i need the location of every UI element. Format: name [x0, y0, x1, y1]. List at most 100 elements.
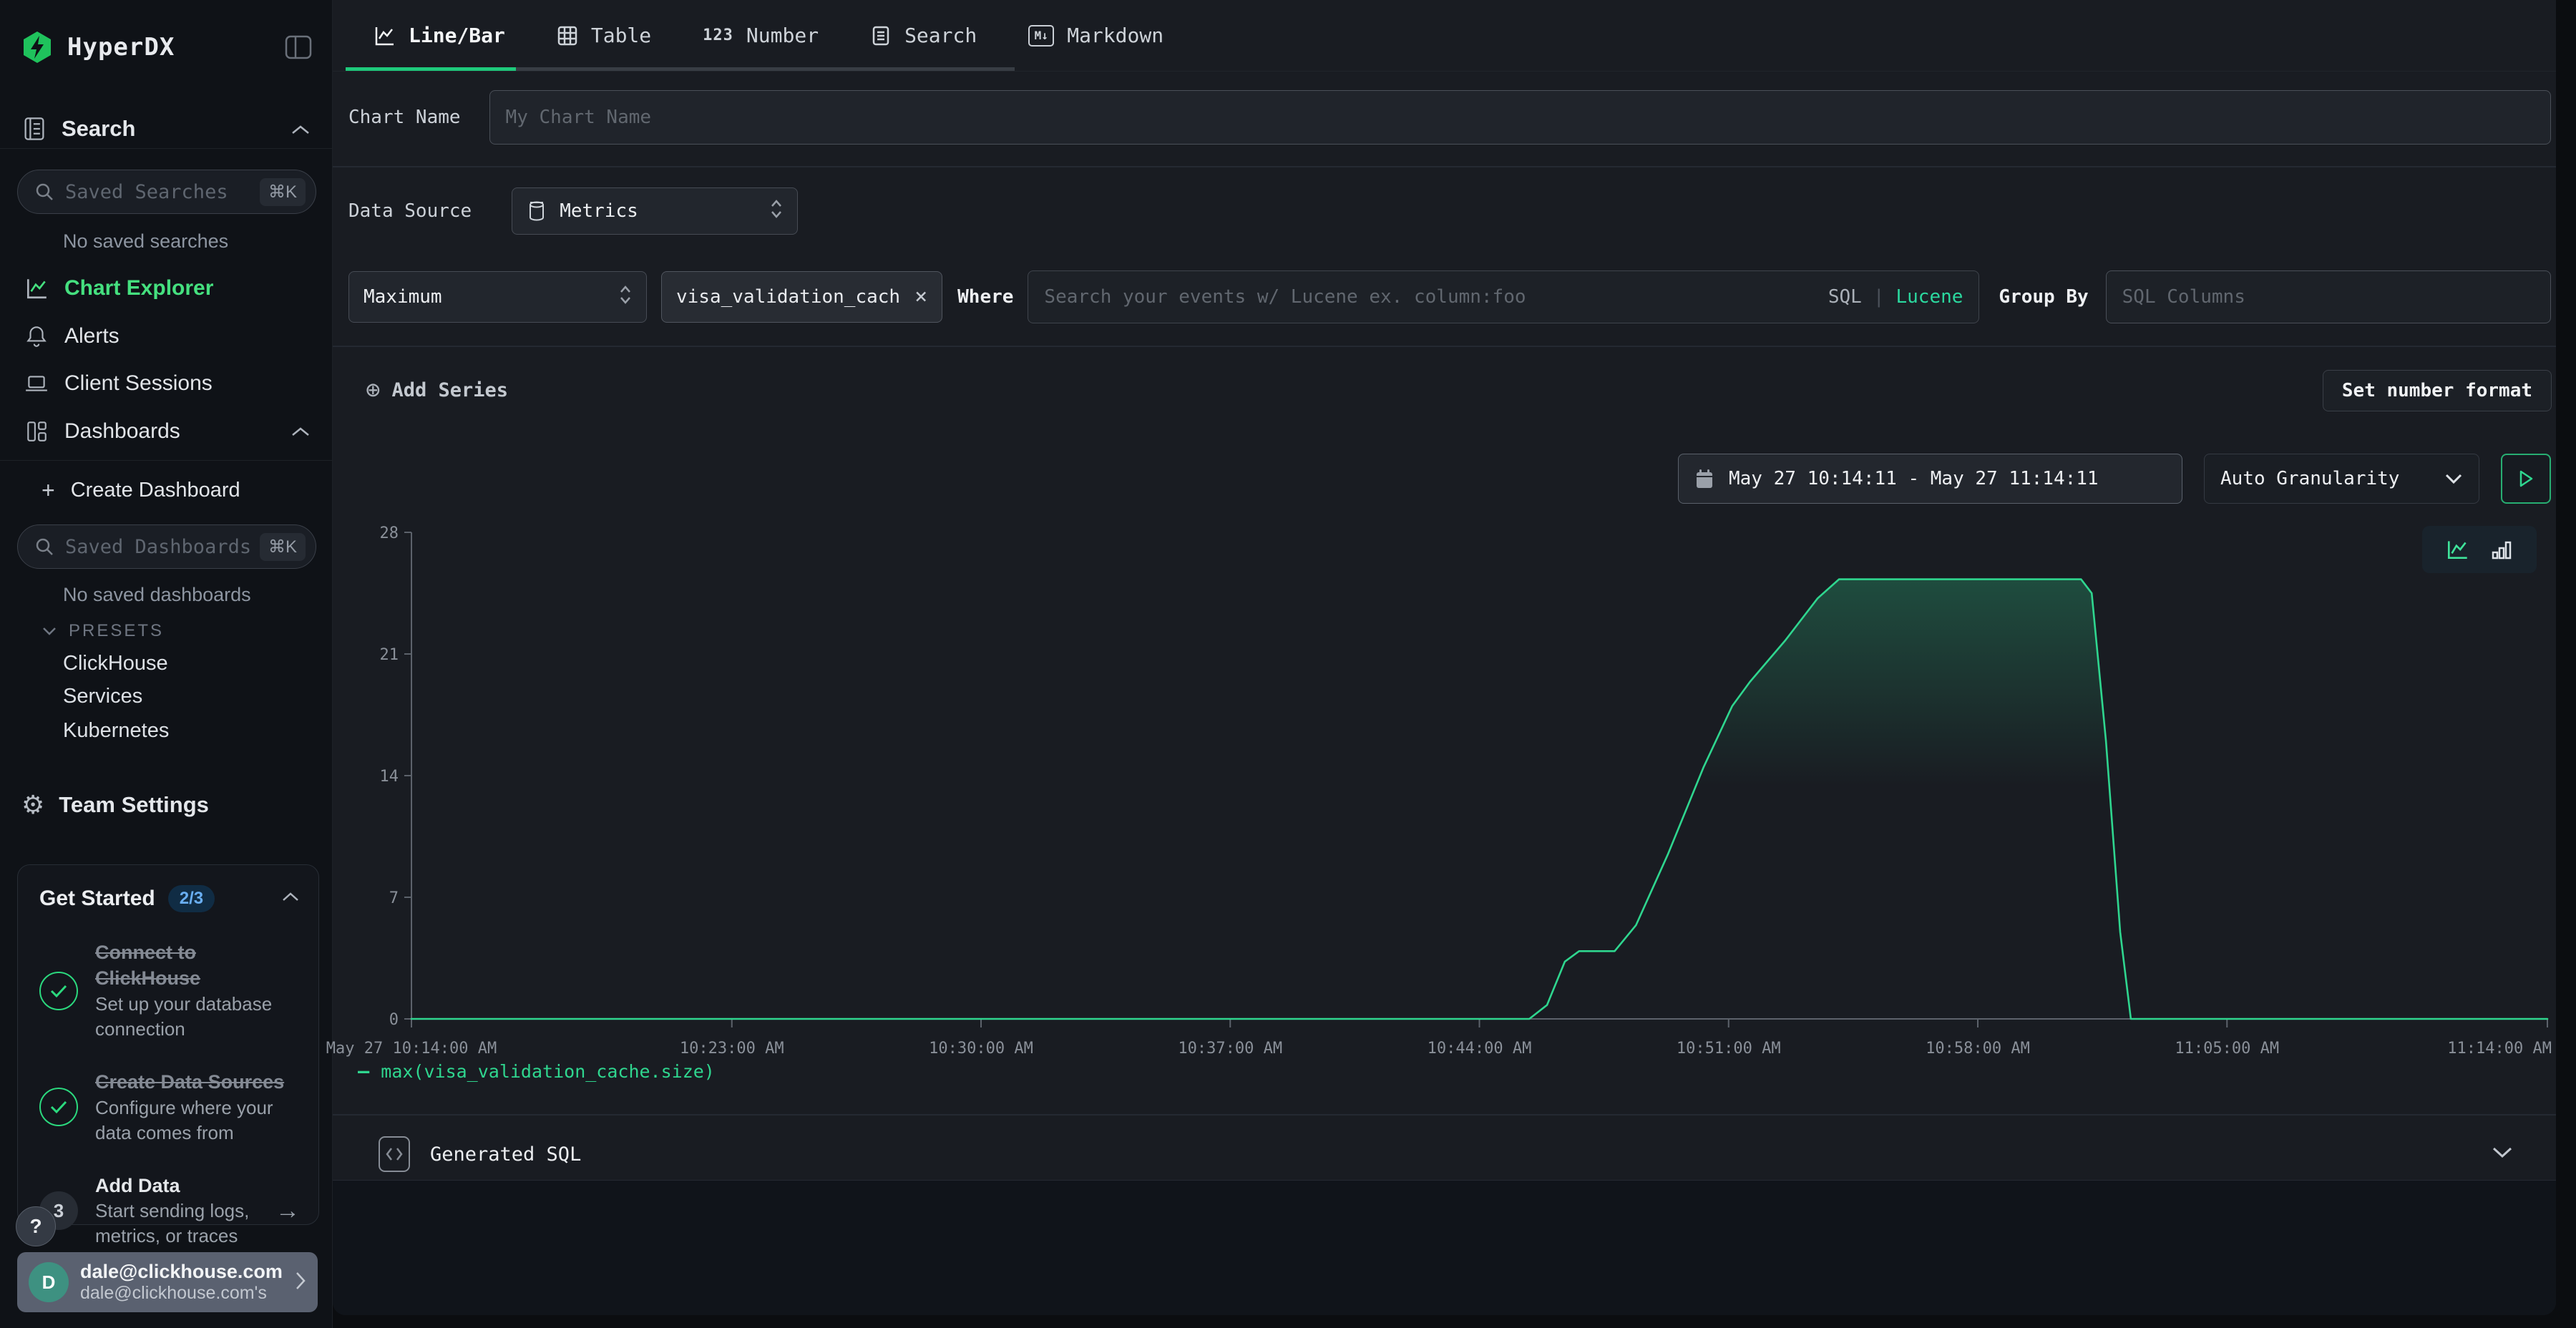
database-icon — [527, 200, 547, 222]
sidebar-item-chart-explorer[interactable]: Chart Explorer — [0, 268, 332, 309]
preset-kubernetes[interactable]: Kubernetes — [63, 716, 169, 746]
where-label: Where — [957, 286, 1013, 308]
get-started-card: Get Started 2/3 Connect to ClickHouse Se… — [17, 864, 319, 1225]
sidebar-section-search-label: Search — [62, 116, 135, 142]
where-input[interactable]: Search your events w/ Lucene ex. column:… — [1028, 270, 1979, 323]
svg-text:May 27 10:14:00 AM: May 27 10:14:00 AM — [326, 1040, 497, 1058]
chart-explorer-icon — [24, 276, 49, 301]
tab-label: Table — [591, 24, 651, 47]
plus-icon: + — [42, 477, 55, 504]
get-started-step-connect[interactable]: Connect to ClickHouse Set up your databa… — [39, 939, 300, 1042]
no-saved-dashboards-text: No saved dashboards — [63, 584, 251, 606]
granularity-value: Auto Granularity — [2220, 468, 2399, 489]
chevron-down-icon — [2444, 468, 2463, 489]
sidebar: HyperDX Search Sav — [0, 0, 333, 1328]
sidebar-section-search[interactable]: Search — [0, 109, 332, 149]
journal-icon — [21, 116, 47, 142]
tab-label: Line/Bar — [409, 24, 505, 47]
gear-icon: ⚙ — [21, 792, 44, 818]
create-dashboard-button[interactable]: + Create Dashboard — [0, 469, 332, 511]
step-subtitle: Start sending logs, metrics, or traces — [95, 1198, 258, 1249]
logo-row: HyperDX — [20, 26, 313, 69]
get-started-title: Get Started — [39, 887, 155, 911]
metric-tag[interactable]: visa_validation_cach × — [661, 271, 942, 323]
close-icon[interactable]: × — [914, 286, 927, 308]
svg-text:10:44:00 AM: 10:44:00 AM — [1428, 1040, 1532, 1058]
step-subtitle: Configure where your data comes from — [95, 1095, 300, 1146]
step-title: Connect to ClickHouse — [95, 939, 300, 992]
chart-name-input[interactable]: My Chart Name — [489, 90, 2551, 145]
avatar: D — [29, 1262, 69, 1302]
run-query-button[interactable] — [2501, 454, 2551, 504]
get-started-header[interactable]: Get Started 2/3 — [39, 885, 300, 912]
tab-markdown[interactable]: M↓ Markdown — [1028, 24, 1163, 47]
arrow-right-icon: → — [275, 1197, 300, 1225]
main-content: Line/Bar Table 123 Number — [333, 0, 2556, 1315]
add-series-button[interactable]: ⊕ Add Series — [366, 368, 508, 411]
generated-sql-toggle[interactable]: Generated SQL — [333, 1128, 2556, 1181]
help-button[interactable]: ? — [16, 1206, 56, 1246]
calendar-icon — [1694, 468, 1714, 489]
tab-table[interactable]: Table — [557, 24, 651, 47]
get-started-step-datasources[interactable]: Create Data Sources Configure where your… — [39, 1069, 300, 1146]
data-source-value: Metrics — [560, 200, 638, 222]
saved-searches-input[interactable]: Saved Searches ⌘K — [17, 170, 316, 214]
sidebar-item-client-sessions[interactable]: Client Sessions — [0, 363, 332, 404]
data-source-select[interactable]: Metrics — [512, 187, 798, 235]
get-started-step-add-data[interactable]: 3 Add Data Start sending logs, metrics, … — [39, 1173, 300, 1249]
sidebar-item-dashboards[interactable]: Dashboards — [0, 411, 332, 452]
add-series-label: Add Series — [391, 379, 508, 401]
chevron-right-icon — [295, 1271, 306, 1294]
chevron-up-icon — [281, 892, 300, 906]
preset-clickhouse[interactable]: ClickHouse — [63, 648, 168, 678]
svg-text:10:23:00 AM: 10:23:00 AM — [680, 1040, 784, 1058]
search-icon — [34, 181, 55, 202]
aggregation-select[interactable]: Maximum — [348, 271, 647, 323]
create-dashboard-label: Create Dashboard — [71, 479, 240, 502]
time-range-picker[interactable]: May 27 10:14:11 - May 27 11:14:11 — [1678, 454, 2182, 504]
group-by-placeholder: SQL Columns — [2122, 286, 2245, 308]
data-source-row: Data Source Metrics — [348, 187, 798, 235]
no-saved-searches-text: No saved searches — [63, 230, 228, 253]
tab-number[interactable]: 123 Number — [703, 24, 819, 47]
set-number-format-button[interactable]: Set number format — [2323, 370, 2552, 411]
sidebar-item-label: Alerts — [64, 324, 119, 348]
divider — [333, 346, 2556, 347]
sql-mode-button[interactable]: SQL — [1828, 286, 1862, 308]
svg-text:14: 14 — [380, 768, 399, 786]
check-circle-icon — [39, 972, 78, 1010]
tab-label: Search — [904, 24, 977, 47]
svg-text:10:51:00 AM: 10:51:00 AM — [1677, 1040, 1781, 1058]
presets-toggle[interactable]: PRESETS — [42, 617, 164, 645]
chart-legend[interactable]: — max(visa_validation_cache.size) — [358, 1060, 715, 1083]
group-by-label: Group By — [1999, 286, 2088, 308]
check-circle-icon — [39, 1088, 78, 1126]
collapsed-sql-panel — [333, 1181, 2556, 1315]
tab-line-bar[interactable]: Line/Bar — [373, 24, 505, 47]
legend-series-swatch: — — [358, 1060, 369, 1083]
sidebar-item-label: Chart Explorer — [64, 276, 213, 301]
sidebar-item-alerts[interactable]: Alerts — [0, 316, 332, 357]
table-icon — [557, 25, 578, 47]
sidebar-item-team-settings[interactable]: ⚙ Team Settings — [0, 785, 332, 825]
series-row: Maximum visa_validation_cach × Where Sea… — [348, 270, 2551, 323]
chevron-down-icon — [42, 621, 57, 641]
language-separator: | — [1873, 286, 1885, 308]
group-by-input[interactable]: SQL Columns — [2106, 270, 2551, 323]
lucene-mode-button[interactable]: Lucene — [1896, 286, 1963, 308]
user-email: dale@clickhouse.com — [80, 1261, 283, 1283]
svg-text:0: 0 — [389, 1011, 399, 1029]
sidebar-collapse-icon[interactable] — [283, 32, 313, 62]
aggregation-value: Maximum — [364, 286, 442, 308]
dashboards-icon — [24, 419, 49, 444]
preset-services[interactable]: Services — [63, 681, 142, 711]
granularity-select[interactable]: Auto Granularity — [2204, 454, 2479, 504]
chart-plot-area[interactable]: 07142128May 27 10:14:00 AM10:23:00 AM10:… — [333, 525, 2556, 1069]
user-menu[interactable]: D dale@clickhouse.com dale@clickhouse.co… — [17, 1252, 318, 1312]
document-list-icon — [870, 25, 892, 47]
tab-search[interactable]: Search — [870, 24, 977, 47]
saved-dashboards-input[interactable]: Saved Dashboards ⌘K — [17, 524, 316, 569]
data-source-label: Data Source — [348, 200, 472, 222]
tab-label: Number — [746, 24, 819, 47]
team-settings-label: Team Settings — [59, 792, 209, 818]
